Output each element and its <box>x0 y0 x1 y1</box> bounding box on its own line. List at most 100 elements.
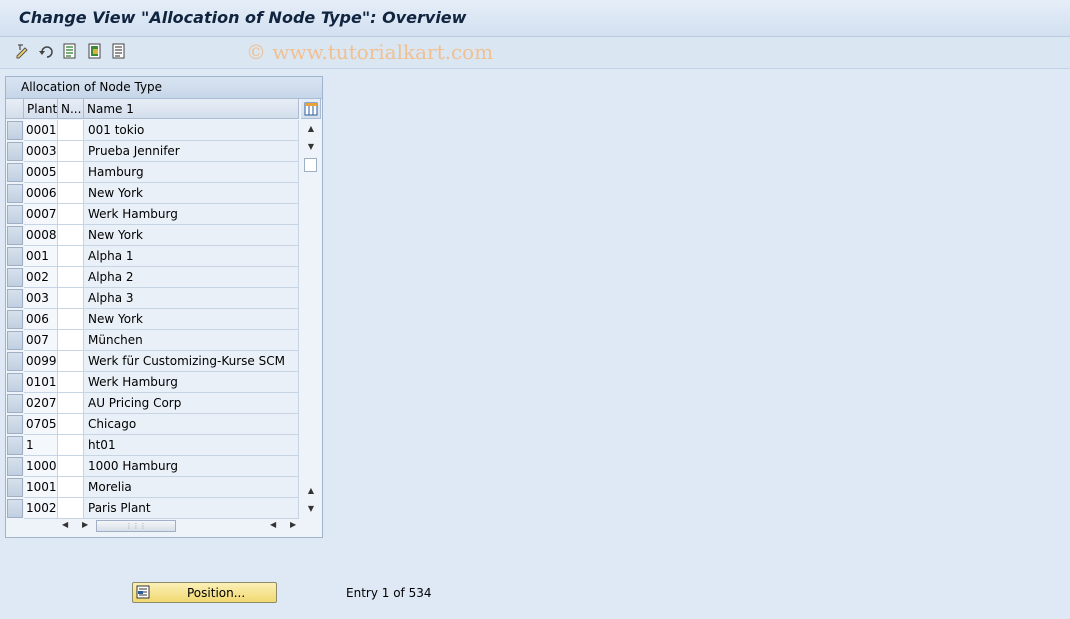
plant-cell[interactable]: 0005 <box>24 162 58 183</box>
node-type-cell[interactable] <box>58 372 84 393</box>
plant-cell[interactable]: 1000 <box>24 456 58 477</box>
node-type-cell[interactable] <box>58 330 84 351</box>
row-selector[interactable] <box>7 394 23 413</box>
table-row[interactable]: 0003 Prueba Jennifer <box>6 141 306 162</box>
scroll-left-end-icon[interactable]: ◀ <box>270 520 276 529</box>
scroll-up-icon[interactable]: ▲ <box>305 122 317 134</box>
node-type-cell[interactable] <box>58 309 84 330</box>
scroll-thumb[interactable] <box>304 158 317 172</box>
node-type-cell[interactable] <box>58 225 84 246</box>
node-type-cell[interactable] <box>58 204 84 225</box>
node-type-cell[interactable] <box>58 477 84 498</box>
name-cell[interactable]: Paris Plant <box>84 498 299 519</box>
node-type-cell[interactable] <box>58 414 84 435</box>
name-cell[interactable]: New York <box>84 183 299 204</box>
name-cell[interactable]: Werk Hamburg <box>84 372 299 393</box>
table-row[interactable]: 0207 AU Pricing Corp <box>6 393 306 414</box>
deselect-all-icon[interactable] <box>110 42 128 60</box>
plant-cell[interactable]: 006 <box>24 309 58 330</box>
table-row[interactable]: 1000 1000 Hamburg <box>6 456 306 477</box>
plant-cell[interactable]: 0705 <box>24 414 58 435</box>
display-change-icon[interactable] <box>14 42 32 60</box>
scroll-down-icon[interactable]: ▼ <box>305 140 317 152</box>
select-all-header[interactable] <box>6 99 24 119</box>
row-selector[interactable] <box>7 436 23 455</box>
table-row[interactable]: 1002 Paris Plant <box>6 498 306 519</box>
row-selector[interactable] <box>7 163 23 182</box>
node-type-cell[interactable] <box>58 141 84 162</box>
name-cell[interactable]: Werk für Customizing-Kurse SCM <box>84 351 299 372</box>
plant-cell[interactable]: 1002 <box>24 498 58 519</box>
name-cell[interactable]: AU Pricing Corp <box>84 393 299 414</box>
table-row[interactable]: 1001 Morelia <box>6 477 306 498</box>
table-row[interactable]: 0099 Werk für Customizing-Kurse SCM <box>6 351 306 372</box>
column-header-plant[interactable]: Plant <box>24 99 58 119</box>
table-row[interactable]: 006 New York <box>6 309 306 330</box>
plant-cell[interactable]: 003 <box>24 288 58 309</box>
plant-cell[interactable]: 0006 <box>24 183 58 204</box>
name-cell[interactable]: ht01 <box>84 435 299 456</box>
table-row[interactable]: 002 Alpha 2 <box>6 267 306 288</box>
scroll-left-icon[interactable]: ◀ <box>62 520 68 529</box>
row-selector[interactable] <box>7 205 23 224</box>
table-row[interactable]: 007 München <box>6 330 306 351</box>
name-cell[interactable]: New York <box>84 225 299 246</box>
horizontal-scroll-thumb[interactable]: ⋮⋮⋮ <box>96 520 176 532</box>
name-cell[interactable]: Hamburg <box>84 162 299 183</box>
scroll-page-down-icon[interactable]: ▼ <box>305 502 317 514</box>
undo-icon[interactable] <box>37 42 55 60</box>
name-cell[interactable]: Alpha 3 <box>84 288 299 309</box>
scroll-right-end-icon[interactable]: ▶ <box>290 520 296 529</box>
node-type-cell[interactable] <box>58 351 84 372</box>
plant-cell[interactable]: 0008 <box>24 225 58 246</box>
details-icon[interactable] <box>61 42 79 60</box>
table-row[interactable]: 001 Alpha 1 <box>6 246 306 267</box>
plant-cell[interactable]: 0101 <box>24 372 58 393</box>
table-row[interactable]: 0005 Hamburg <box>6 162 306 183</box>
row-selector[interactable] <box>7 142 23 161</box>
row-selector[interactable] <box>7 310 23 329</box>
row-selector[interactable] <box>7 121 23 140</box>
node-type-cell[interactable] <box>58 183 84 204</box>
plant-cell[interactable]: 002 <box>24 267 58 288</box>
column-header-name[interactable]: Name 1 <box>84 99 299 119</box>
name-cell[interactable]: New York <box>84 309 299 330</box>
row-selector[interactable] <box>7 184 23 203</box>
plant-cell[interactable]: 0207 <box>24 393 58 414</box>
position-button[interactable]: Position... <box>132 582 277 603</box>
name-cell[interactable]: Werk Hamburg <box>84 204 299 225</box>
plant-cell[interactable]: 0099 <box>24 351 58 372</box>
node-type-cell[interactable] <box>58 120 84 141</box>
name-cell[interactable]: Prueba Jennifer <box>84 141 299 162</box>
row-selector[interactable] <box>7 499 23 518</box>
node-type-cell[interactable] <box>58 162 84 183</box>
plant-cell[interactable]: 0003 <box>24 141 58 162</box>
row-selector[interactable] <box>7 457 23 476</box>
scroll-page-up-icon[interactable]: ▲ <box>305 484 317 496</box>
row-selector[interactable] <box>7 352 23 371</box>
table-row[interactable]: 0101 Werk Hamburg <box>6 372 306 393</box>
row-selector[interactable] <box>7 247 23 266</box>
row-selector[interactable] <box>7 331 23 350</box>
table-row[interactable]: 1 ht01 <box>6 435 306 456</box>
table-row[interactable]: 003 Alpha 3 <box>6 288 306 309</box>
plant-cell[interactable]: 001 <box>24 246 58 267</box>
row-selector[interactable] <box>7 226 23 245</box>
plant-cell[interactable]: 1 <box>24 435 58 456</box>
vertical-scrollbar[interactable]: ▲ ▼ ▲ ▼ <box>302 120 320 517</box>
plant-cell[interactable]: 0001 <box>24 120 58 141</box>
table-row[interactable]: 0008 New York <box>6 225 306 246</box>
name-cell[interactable]: 001 tokio <box>84 120 299 141</box>
plant-cell[interactable]: 007 <box>24 330 58 351</box>
node-type-cell[interactable] <box>58 267 84 288</box>
table-settings-icon[interactable] <box>301 99 321 119</box>
plant-cell[interactable]: 1001 <box>24 477 58 498</box>
name-cell[interactable]: München <box>84 330 299 351</box>
name-cell[interactable]: Morelia <box>84 477 299 498</box>
scroll-right-icon[interactable]: ▶ <box>82 520 88 529</box>
node-type-cell[interactable] <box>58 435 84 456</box>
table-row[interactable]: 0001 001 tokio <box>6 120 306 141</box>
row-selector[interactable] <box>7 268 23 287</box>
column-header-node-type[interactable]: N... <box>58 99 84 119</box>
name-cell[interactable]: Alpha 2 <box>84 267 299 288</box>
